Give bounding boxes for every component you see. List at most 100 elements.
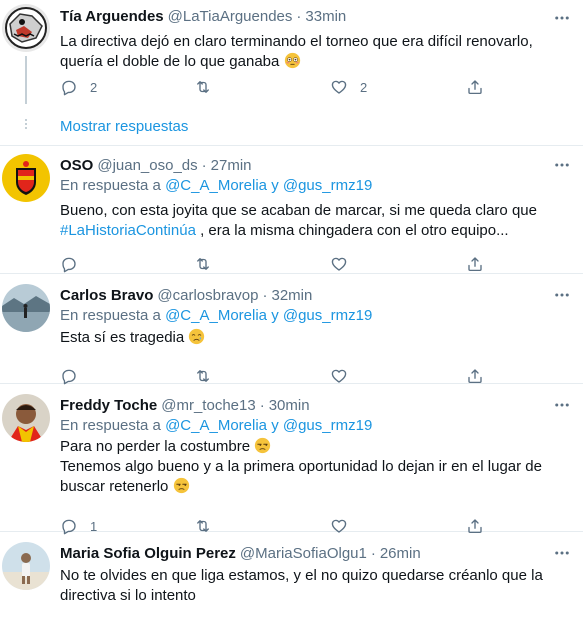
reply-count: 2 xyxy=(90,79,98,95)
tweet-actions xyxy=(60,254,500,274)
more-options-button[interactable] xyxy=(553,396,571,414)
thread-dots xyxy=(24,117,28,131)
share-icon xyxy=(466,367,484,385)
tweet-header: Freddy Toche @mr_toche13 · 30min xyxy=(60,396,571,416)
separator-dot: · xyxy=(370,545,376,562)
crying-face-emoji xyxy=(188,328,205,345)
avatar-oso[interactable] xyxy=(2,154,50,202)
reply-button[interactable]: 2 xyxy=(60,77,97,97)
avatar-maria-sofia[interactable] xyxy=(2,542,50,590)
avatar-freddy-toche[interactable] xyxy=(2,394,50,442)
tweet-time[interactable]: 27min xyxy=(211,156,252,176)
author-handle[interactable]: @MariaSofiaOlgu1 xyxy=(240,544,367,564)
separator-dot: · xyxy=(296,8,302,25)
reply-conjunction: y xyxy=(271,177,279,194)
tweet-oso[interactable]: OSO @juan_oso_ds · 27min En respuesta a … xyxy=(0,146,583,274)
reply-conjunction: y xyxy=(271,307,279,324)
show-replies-row[interactable]: Mostrar respuestas xyxy=(0,112,583,146)
retweet-button[interactable] xyxy=(194,77,212,97)
tweet-freddy-toche[interactable]: Freddy Toche @mr_toche13 · 30min En resp… xyxy=(0,384,583,532)
tweet-maria-sofia[interactable]: Maria Sofia Olguin Perez @MariaSofiaOlgu… xyxy=(0,532,583,622)
like-icon xyxy=(330,367,348,385)
author-handle[interactable]: @LaTiaArguendes xyxy=(168,7,293,27)
tweet-time[interactable]: 30min xyxy=(269,396,310,416)
unamused-face-emoji xyxy=(173,477,190,494)
reply-context: En respuesta a @C_A_Morelia y @gus_rmz19 xyxy=(60,416,571,436)
mention-link[interactable]: @gus_rmz19 xyxy=(283,417,372,434)
avatar-carlos-bravo[interactable] xyxy=(2,284,50,332)
like-icon xyxy=(330,78,348,96)
author-name[interactable]: Carlos Bravo xyxy=(60,286,153,306)
mention-link[interactable]: @C_A_Morelia xyxy=(165,307,267,324)
tweet-header: Carlos Bravo @carlosbravop · 32min xyxy=(60,286,571,306)
reply-conjunction: y xyxy=(271,417,279,434)
more-options-button[interactable] xyxy=(553,9,571,27)
author-handle[interactable]: @juan_oso_ds xyxy=(97,156,197,176)
tweet-text: Bueno, con esta joyita que se acaban de … xyxy=(60,201,571,241)
tweet-time[interactable]: 32min xyxy=(271,286,312,306)
tweet-text-line: Esta sí es tragedia xyxy=(60,329,185,346)
separator-dot: · xyxy=(201,157,207,174)
mention-link[interactable]: @C_A_Morelia xyxy=(165,417,267,434)
more-options-button[interactable] xyxy=(553,156,571,174)
flushed-face-emoji xyxy=(284,52,301,69)
more-options-button[interactable] xyxy=(553,544,571,562)
like-button[interactable] xyxy=(330,366,348,386)
tweet-time[interactable]: 26min xyxy=(380,544,421,564)
more-icon xyxy=(553,286,571,304)
more-options-button[interactable] xyxy=(553,286,571,304)
more-icon xyxy=(553,544,571,562)
reply-button[interactable] xyxy=(60,366,78,386)
reply-prefix: En respuesta a xyxy=(60,177,161,194)
share-button[interactable] xyxy=(466,254,484,274)
like-icon xyxy=(330,255,348,273)
mention-link[interactable]: @C_A_Morelia xyxy=(165,177,267,194)
show-replies-link[interactable]: Mostrar respuestas xyxy=(60,117,188,137)
reply-button[interactable] xyxy=(60,254,78,274)
tweet-text: Esta sí es tragedia xyxy=(60,328,571,348)
like-button[interactable] xyxy=(330,254,348,274)
avatar-image xyxy=(2,284,50,332)
tweet-actions xyxy=(60,366,500,386)
more-icon xyxy=(553,396,571,414)
mention-link[interactable]: @gus_rmz19 xyxy=(283,177,372,194)
author-name[interactable]: OSO xyxy=(60,156,93,176)
share-button[interactable] xyxy=(466,366,484,386)
retweet-icon xyxy=(194,367,212,385)
tweet-carlos-bravo[interactable]: Carlos Bravo @carlosbravop · 32min En re… xyxy=(0,274,583,384)
avatar-image xyxy=(2,542,50,590)
tweet-text-line: Para no perder la costumbre xyxy=(60,438,251,455)
share-icon xyxy=(466,78,484,96)
tweet-text-line: Tenemos algo bueno y a la primera oportu… xyxy=(60,458,542,475)
separator-dot: · xyxy=(262,287,268,304)
tweet-time[interactable]: 33min xyxy=(305,7,346,27)
unamused-face-emoji xyxy=(254,437,271,454)
retweet-button[interactable] xyxy=(194,366,212,386)
tweet-tia-arguendes[interactable]: Tía Arguendes @LaTiaArguendes · 33min La… xyxy=(0,0,583,112)
reply-prefix: En respuesta a xyxy=(60,307,161,324)
share-icon xyxy=(466,255,484,273)
tweet-text-line: Bueno, con esta joyita que se acaban de … xyxy=(60,202,537,219)
like-button[interactable]: 2 xyxy=(330,77,367,97)
separator-dot: · xyxy=(259,397,265,414)
reply-context: En respuesta a @C_A_Morelia y @gus_rmz19 xyxy=(60,176,571,196)
reply-context: En respuesta a @C_A_Morelia y @gus_rmz19 xyxy=(60,306,571,326)
like-count: 2 xyxy=(360,79,368,95)
mention-link[interactable]: @gus_rmz19 xyxy=(283,307,372,324)
hashtag-link[interactable]: #LaHistoriaContinúa xyxy=(60,222,196,239)
author-handle[interactable]: @mr_toche13 xyxy=(161,396,255,416)
avatar-tia-arguendes[interactable] xyxy=(2,4,50,52)
tweet-header: Maria Sofia Olguin Perez @MariaSofiaOlgu… xyxy=(60,544,571,564)
retweet-button[interactable] xyxy=(194,254,212,274)
tweet-text-line: quería el doble de lo que ganaba xyxy=(60,53,280,70)
author-name[interactable]: Tía Arguendes xyxy=(60,7,164,27)
author-name[interactable]: Freddy Toche xyxy=(60,396,157,416)
tweet-text: No te olvides en que liga estamos, y el … xyxy=(60,566,571,606)
tweet-header: Tía Arguendes @LaTiaArguendes · 33min xyxy=(60,7,571,27)
tweet-text-line: , era la misma chingadera con el otro eq… xyxy=(200,222,509,239)
author-name[interactable]: Maria Sofia Olguin Perez xyxy=(60,544,236,564)
share-button[interactable] xyxy=(466,77,484,97)
author-handle[interactable]: @carlosbravop xyxy=(157,286,258,306)
reply-prefix: En respuesta a xyxy=(60,417,161,434)
tweet-feed: Tía Arguendes @LaTiaArguendes · 33min La… xyxy=(0,0,583,622)
